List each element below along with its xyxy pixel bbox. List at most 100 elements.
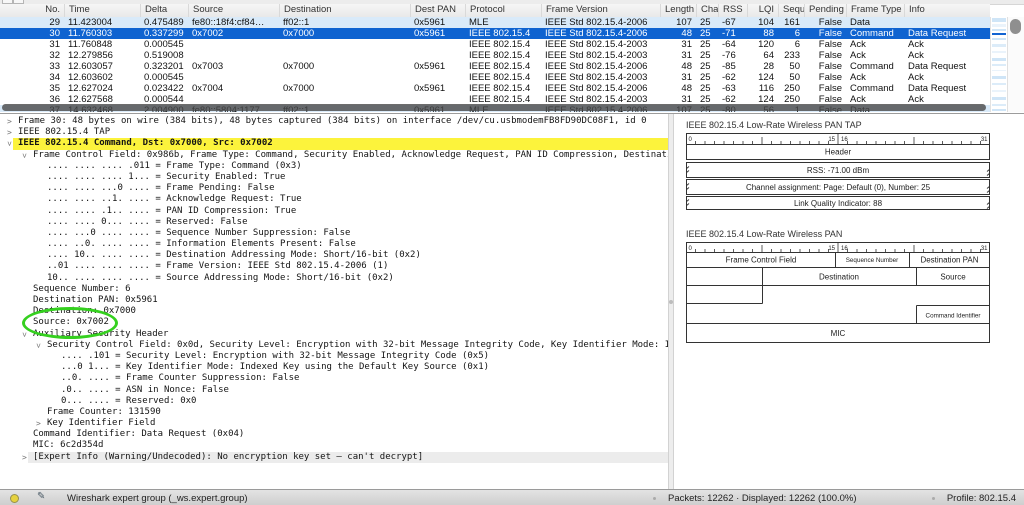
detail-line[interactable]: .... 10.. .... .... = Destination Addres… (0, 250, 668, 261)
diagram-field-label[interactable]: Header (825, 148, 852, 157)
detail-line[interactable]: ..01 .... .... .... = Frame Version: IEE… (0, 261, 668, 272)
diagram-pan[interactable]: 0 15 16 31 Frame C (686, 242, 990, 343)
status-profile[interactable]: Profile: 802.15.4 (947, 493, 1016, 504)
diagram-field-label[interactable]: Channel assignment: Page: Default (0), N… (746, 183, 931, 192)
disclosure-triangle-icon[interactable]: > (4, 142, 15, 147)
detail-line[interactable]: .... .... .1.. .... = PAN ID Compression… (0, 206, 668, 217)
detail-line[interactable]: >[Expert Info (Warning/Undecoded): No en… (0, 452, 668, 463)
detail-line[interactable]: .... .101 = Security Level: Encryption w… (0, 351, 668, 362)
diagram-field-label[interactable]: Sequence Number (846, 257, 899, 264)
column-header-destination[interactable]: Destination (279, 4, 410, 17)
detail-line[interactable]: >IEEE 802.15.4 TAP (0, 127, 668, 138)
column-header-time[interactable]: Time (64, 4, 140, 17)
detail-line[interactable]: >IEEE 802.15.4 Command, Dst: 0x7000, Src… (0, 138, 668, 149)
minimap-stripe (992, 76, 1006, 79)
diagram-tap[interactable]: 0 15 16 31 Header RSS: -71.00 dBm Channe… (686, 133, 990, 210)
column-header-info[interactable]: Info (904, 4, 990, 17)
detail-line-text: .... ..0. .... .... = Information Elemen… (47, 239, 356, 249)
detail-line[interactable]: ...0 1... = Key Identifier Mode: Indexed… (0, 362, 668, 373)
diagram-field-label[interactable]: Link Quality Indicator: 88 (794, 199, 883, 208)
diagram-field-label[interactable]: MIC (831, 329, 846, 338)
detail-line[interactable]: Frame Counter: 131590 (0, 407, 668, 418)
column-header-delta[interactable]: Delta (140, 4, 188, 17)
packet-list-header: No.TimeDeltaSourceDestinationDest PANPro… (0, 4, 990, 18)
detail-line[interactable]: .... .... ..1. .... = Acknowledge Reques… (0, 194, 668, 205)
disclosure-triangle-icon[interactable]: > (19, 153, 30, 158)
packet-row[interactable]: 2911.4230040.475489fe80::18f4:cf84…ff02:… (0, 17, 990, 28)
cell-cha: 25 (696, 17, 718, 28)
detail-line[interactable]: Sequence Number: 6 (0, 284, 668, 295)
cell-time: 12.279856 (64, 50, 140, 61)
status-expert-group-label[interactable]: Wireshark expert group (_ws.expert.group… (67, 493, 248, 504)
packet-list[interactable]: 2911.4230040.475489fe80::18f4:cf84…ff02:… (0, 17, 990, 113)
cell-destination: ff02::1 (279, 17, 410, 28)
detail-line[interactable]: MIC: 6c2d354d (0, 440, 668, 451)
vertical-scrollbar[interactable] (1007, 17, 1024, 113)
column-header-rss[interactable]: RSS (718, 4, 747, 17)
detail-line[interactable]: .0.. .... = ASN in Nonce: False (0, 385, 668, 396)
cell-rss: -85 (718, 61, 747, 72)
detail-line[interactable]: .... ..0. .... .... = Information Elemen… (0, 239, 668, 250)
cell-destination: 0x7000 (279, 61, 410, 72)
cell-delta: 0.323201 (140, 61, 188, 72)
detail-line[interactable]: .... .... .... 1... = Security Enabled: … (0, 172, 668, 183)
detail-line[interactable]: .... .... 0... .... = Reserved: False (0, 217, 668, 228)
detail-line[interactable]: 0... .... = Reserved: 0x0 (0, 396, 668, 407)
packet-list-minimap[interactable] (990, 17, 1007, 113)
disclosure-triangle-icon[interactable]: > (33, 343, 44, 348)
packet-row[interactable]: 3212.2798560.519008IEEE 802.15.4IEEE Std… (0, 50, 990, 61)
detail-line[interactable]: .... ...0 .... .... = Sequence Number Su… (0, 228, 668, 239)
packet-row[interactable]: 3512.6270240.0234220x70040x70000x5961IEE… (0, 83, 990, 94)
disclosure-triangle-icon[interactable]: > (22, 452, 27, 463)
detail-line[interactable]: .... .... .... .011 = Frame Type: Comman… (0, 161, 668, 172)
column-header-frame-type[interactable]: Frame Type (846, 4, 904, 17)
vertical-scrollbar-thumb[interactable] (1010, 19, 1021, 34)
diagram-field-label[interactable]: Destination PAN (920, 256, 978, 265)
column-header-dest-pan[interactable]: Dest PAN (410, 4, 465, 17)
column-header-pending[interactable]: Pending (804, 4, 846, 17)
detail-line[interactable]: .... .... ...0 .... = Frame Pending: Fal… (0, 183, 668, 194)
cell-sequ: 50 (778, 61, 804, 72)
column-header-source[interactable]: Source (188, 4, 279, 17)
detail-line[interactable]: >Security Control Field: 0x0d, Security … (0, 340, 668, 351)
disclosure-triangle-icon[interactable]: > (19, 332, 30, 337)
packet-row[interactable]: 3111.7608480.000545IEEE 802.15.4IEEE Std… (0, 39, 990, 50)
cell-info: Ack (904, 72, 990, 83)
disclosure-triangle-icon[interactable]: > (7, 127, 12, 138)
detail-line[interactable]: >Frame Control Field: 0x986b, Frame Type… (0, 150, 668, 161)
column-header-length[interactable]: Length (660, 4, 696, 17)
diagram-field-label[interactable]: Command Identifier (926, 313, 981, 320)
cell-sequ: 50 (778, 72, 804, 83)
disclosure-triangle-icon[interactable]: > (7, 116, 12, 127)
packet-row[interactable]: 3412.6036020.000545IEEE 802.15.4IEEE Std… (0, 72, 990, 83)
packet-row[interactable]: 3011.7603030.3372990x70020x70000x5961IEE… (0, 28, 990, 39)
splitter-handle-icon (669, 300, 673, 304)
detail-line[interactable]: Command Identifier: Data Request (0x04) (0, 429, 668, 440)
detail-line[interactable]: >Key Identifier Field (0, 418, 668, 429)
horizontal-scrollbar-thumb[interactable] (2, 104, 986, 111)
diagram-field-label[interactable]: Destination (819, 273, 859, 282)
detail-line[interactable]: ..0. .... = Frame Counter Suppression: F… (0, 373, 668, 384)
packet-row[interactable]: 3312.6030570.3232010x70030x70000x5961IEE… (0, 61, 990, 72)
diagram-field-label[interactable]: Source (940, 273, 966, 282)
diagram-field-label[interactable]: RSS: -71.00 dBm (807, 166, 870, 175)
packet-detail-pane[interactable]: > Frame 30: 48 bytes on wire (384 bits), … (0, 114, 668, 492)
minimap-stripe (992, 18, 1006, 22)
cell-info: Data Request (904, 61, 990, 72)
detail-line[interactable]: > Frame 30: 48 bytes on wire (384 bits), … (0, 116, 668, 127)
detail-line-text: Frame 30: 48 bytes on wire (384 bits), 4… (18, 116, 647, 126)
column-header-cha[interactable]: Cha (696, 4, 718, 17)
column-header-no[interactable]: No. (0, 4, 64, 17)
disclosure-triangle-icon[interactable]: > (36, 418, 41, 429)
capture-comment-pencil-icon[interactable]: ✎ (37, 491, 45, 502)
detail-line[interactable]: Destination PAN: 0x5961 (0, 295, 668, 306)
packet-row[interactable]: 3612.6275680.000544IEEE 802.15.4IEEE Std… (0, 94, 990, 105)
cell-frame-version: IEEE Std 802.15.4-2003 (541, 39, 660, 50)
column-header-frame-version[interactable]: Frame Version (541, 4, 660, 17)
expert-info-indicator-icon[interactable] (10, 494, 19, 503)
column-header-protocol[interactable]: Protocol (465, 4, 541, 17)
diagram-field-label[interactable]: Frame Control Field (726, 256, 797, 265)
column-header-sequ[interactable]: Sequ (778, 4, 804, 17)
detail-line[interactable]: 10.. .... .... .... = Source Addressing … (0, 273, 668, 284)
column-header-lqi[interactable]: LQI (747, 4, 778, 17)
